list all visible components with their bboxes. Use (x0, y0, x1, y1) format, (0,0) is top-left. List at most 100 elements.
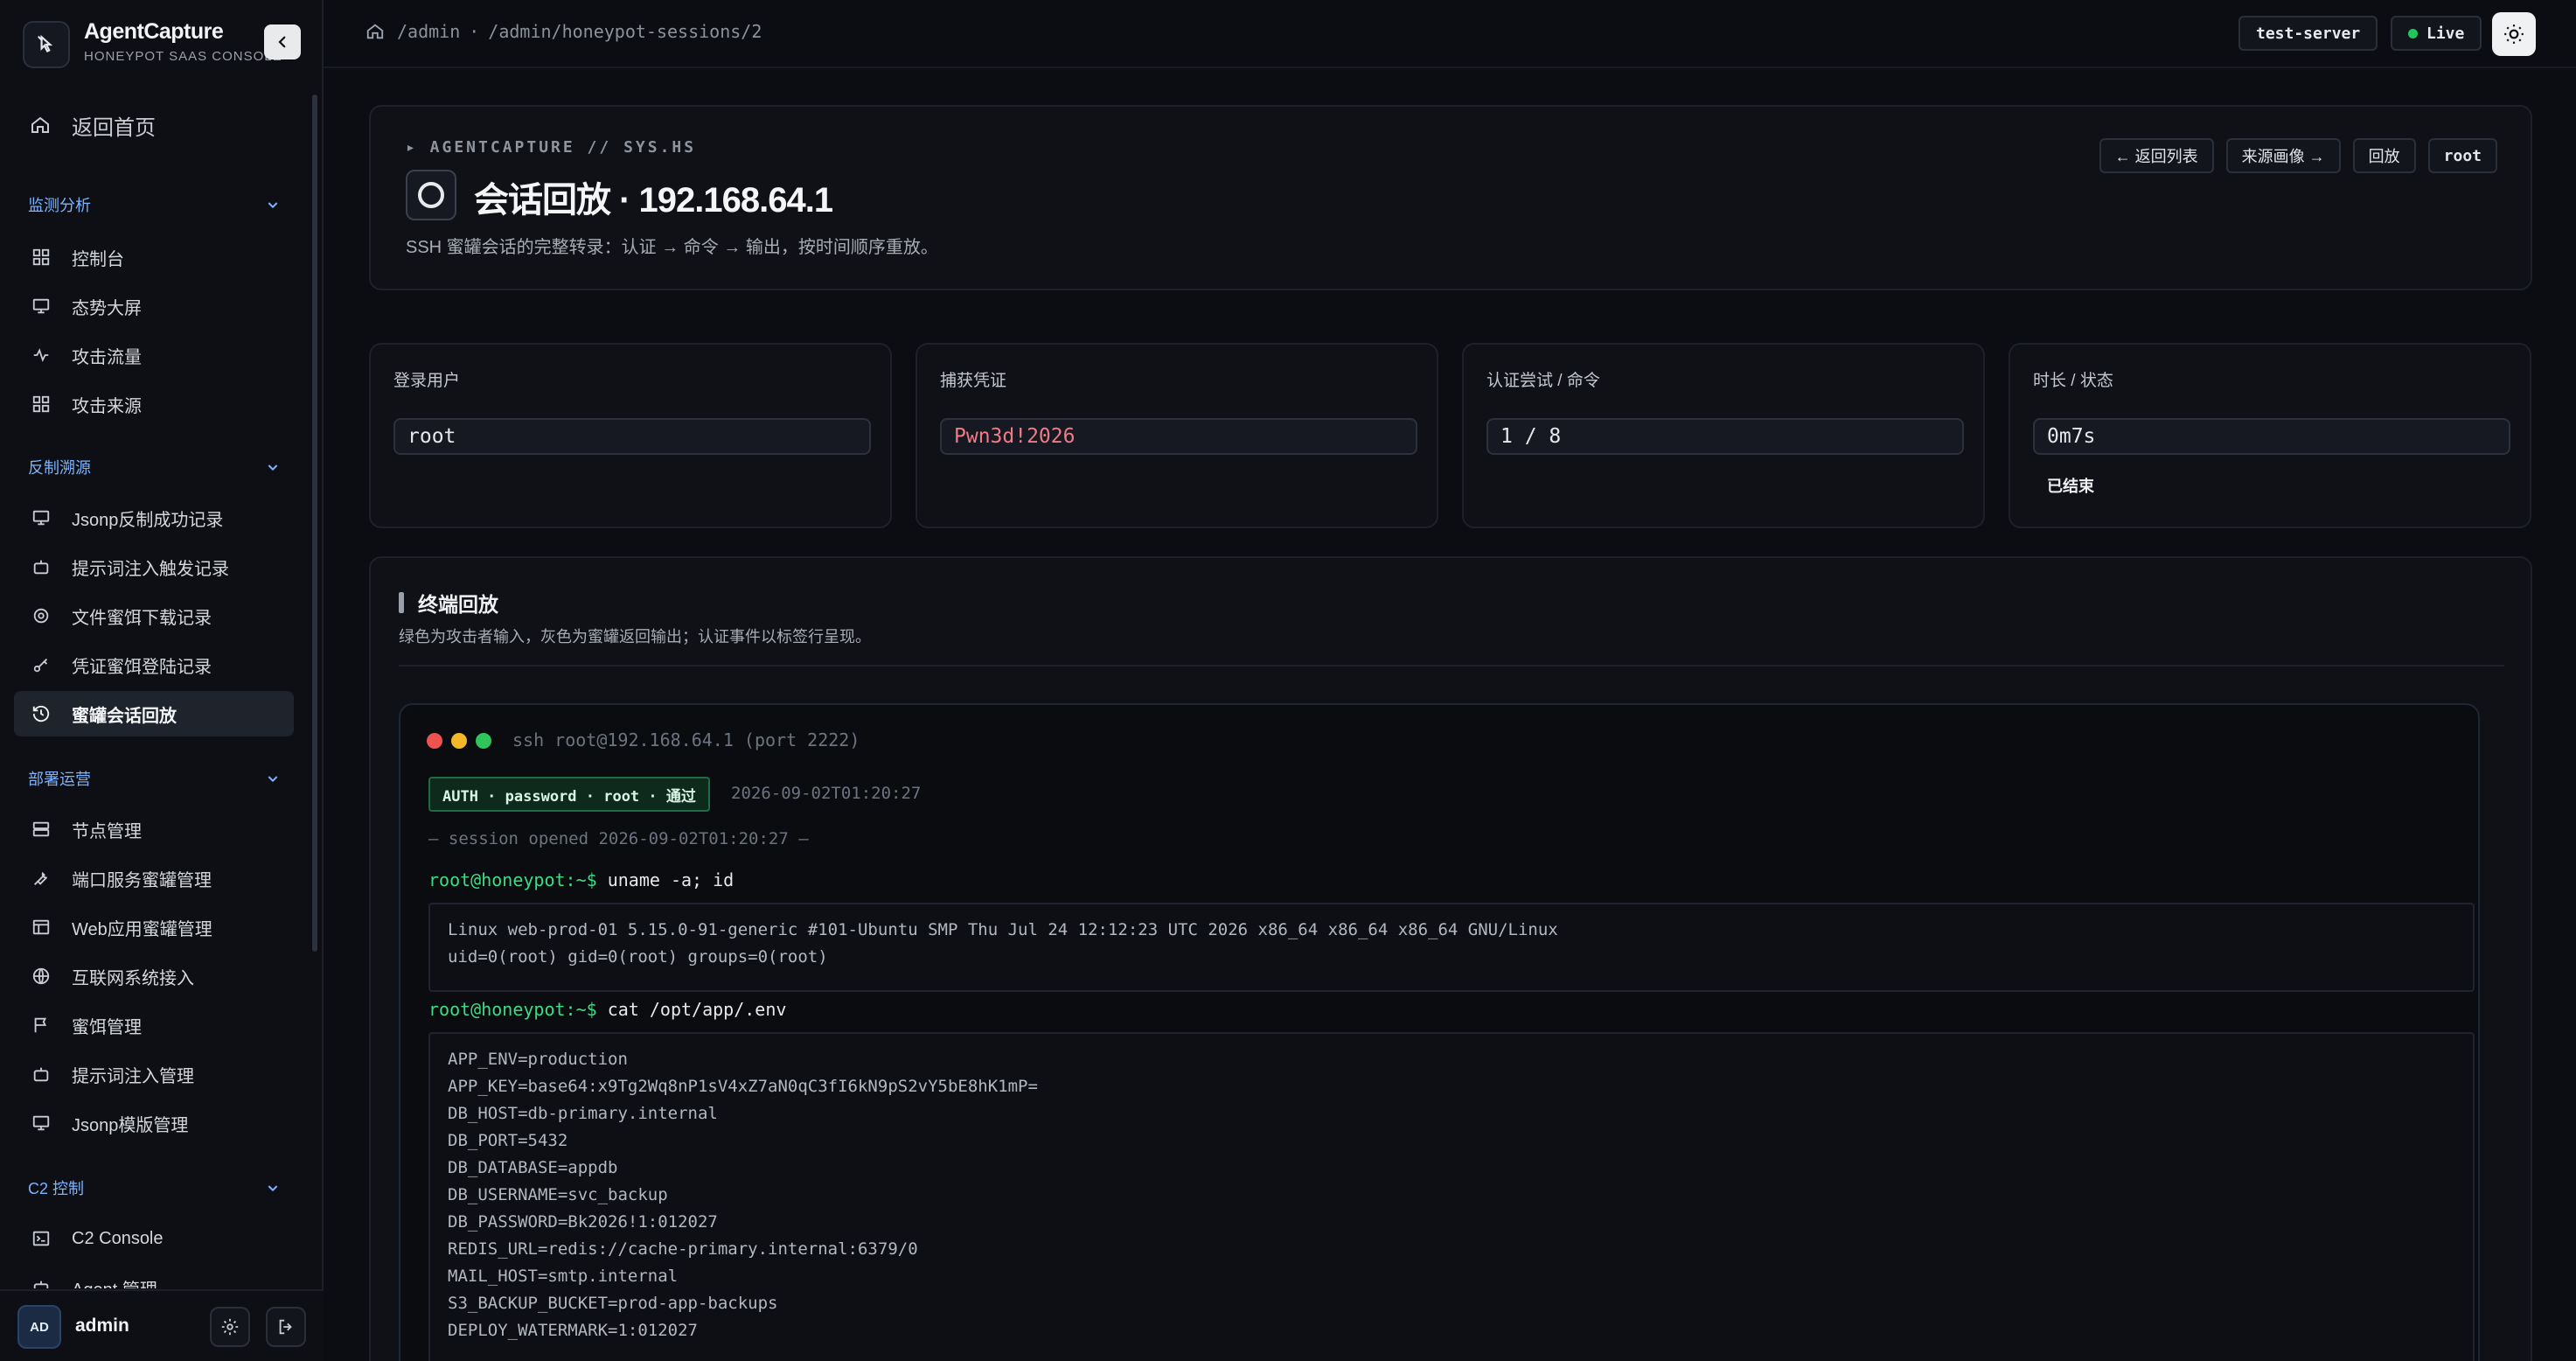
sidebar-item-node-management[interactable]: 节点管理 (14, 806, 294, 852)
chevron-down-icon (268, 464, 278, 471)
sidebar-item-situation-screen[interactable]: 态势大屏 (14, 283, 294, 329)
server-selector[interactable]: test-server (2238, 16, 2378, 51)
nav-group-c2[interactable]: C2 控制 (14, 1170, 294, 1205)
nav-group-countermeasure[interactable]: 反制溯源 (14, 450, 294, 485)
sidebar-item-dashboard[interactable]: 控制台 (14, 234, 294, 280)
stat-auth-commands: 认证尝试 / 命令 1 / 8 (1462, 343, 1985, 528)
stat-duration-status: 时长 / 状态 0m7s 已结束 (2009, 343, 2531, 528)
username: admin (75, 1316, 129, 1336)
sidebar-footer: AD admin (0, 1289, 324, 1361)
theme-toggle-button[interactable] (2492, 12, 2536, 56)
back-to-list-button[interactable]: ← 返回列表 (2099, 138, 2214, 173)
sidebar-item-bait-management[interactable]: 蜜饵管理 (14, 1002, 294, 1048)
sidebar-item-web-honeypot[interactable]: Web应用蜜罐管理 (14, 904, 294, 950)
output-line: REDIS_URL=redis://cache-primary.internal… (448, 1239, 918, 1259)
live-dot-icon (2408, 28, 2418, 38)
session-opened-line: — session opened 2026-09-02T01:20:27 — (428, 829, 809, 848)
sidebar-item-jsonp-templates[interactable]: Jsonp模版管理 (14, 1100, 294, 1146)
target-icon (30, 604, 52, 627)
command-output: Linux web-prod-01 5.15.0-91-generic #101… (428, 903, 2475, 992)
sidebar-item-attack-source[interactable]: 攻击来源 (14, 381, 294, 427)
topbar: /admin · /admin/honeypot-sessions/2 test… (324, 0, 2576, 68)
chevron-down-icon (268, 202, 278, 209)
page-description: SSH 蜜罐会话的完整转录：认证 → 命令 → 输出，按时间顺序重放。 (406, 238, 938, 257)
avatar[interactable]: AD (17, 1305, 61, 1349)
sidebar-item-label: 态势大屏 (72, 298, 142, 318)
browser-icon (30, 916, 52, 939)
wrench-icon (30, 867, 52, 890)
history-icon (30, 702, 52, 725)
output-line: APP_ENV=production (448, 1050, 628, 1069)
nav-group-deployment[interactable]: 部署运营 (14, 761, 294, 796)
terminal-window[interactable]: ssh root@192.168.64.1 (port 2222) AUTH ·… (399, 703, 2480, 1361)
chevron-down-icon (268, 1185, 278, 1192)
monitor-icon (30, 295, 52, 318)
bot-icon (30, 555, 52, 578)
home-icon[interactable] (366, 22, 385, 41)
live-status[interactable]: Live (2391, 16, 2482, 51)
window-controls (427, 733, 491, 749)
nav-home[interactable]: 返回首页 (14, 103, 294, 147)
sidebar-item-prompt-injection-management[interactable]: 提示词注入管理 (14, 1051, 294, 1097)
source-profile-button[interactable]: 来源画像 → (2225, 138, 2341, 173)
nav-home-label: 返回首页 (72, 115, 156, 140)
nav-group-label: 反制溯源 (28, 459, 91, 477)
sidebar-item-label: 蜜饵管理 (72, 1017, 142, 1037)
nav-group-label: 部署运营 (28, 771, 91, 788)
collapse-sidebar-button[interactable] (264, 24, 301, 59)
page-title: 会话回放 · 192.168.64.1 (474, 181, 833, 220)
sidebar-nav: 返回首页 监测分析 控制台 态势大屏 攻击流量 攻击来源 反制溯源 Jsonp反… (0, 94, 324, 1288)
sidebar-item-label: 文件蜜饵下载记录 (72, 608, 212, 628)
sidebar-item-jsonp-records[interactable]: Jsonp反制成功记录 (14, 495, 294, 541)
sidebar-item-c2-console[interactable]: C2 Console (14, 1216, 294, 1261)
live-label: Live (2426, 24, 2465, 43)
breadcrumb-separator: · (469, 21, 480, 42)
stat-login-user: 登录用户 root (369, 343, 892, 528)
stat-captured-credential: 捕获凭证 Pwn3d!2026 (916, 343, 1438, 528)
nav-group-monitoring[interactable]: 监测分析 (14, 187, 294, 222)
breadcrumb: /admin · /admin/honeypot-sessions/2 (366, 21, 762, 42)
sidebar-item-internet-access[interactable]: 互联网系统接入 (14, 953, 294, 999)
sidebar-item-label: Jsonp模版管理 (72, 1115, 189, 1135)
command-line: root@honeypot:~$ cat /opt/app/.env (428, 999, 786, 1020)
sidebar-item-credential-bait-records[interactable]: 凭证蜜饵登陆记录 (14, 642, 294, 687)
sidebar-item-label: Agent 管理 (72, 1275, 157, 1289)
sidebar-item-prompt-injection-records[interactable]: 提示词注入触发记录 (14, 544, 294, 590)
logout-icon (279, 1319, 292, 1335)
output-line: DB_PORT=5432 (448, 1131, 568, 1150)
sidebar: AgentCapture HONEYPOT SAAS CONSOLE 返回首页 … (0, 0, 324, 1361)
key-icon (30, 653, 52, 676)
auth-timestamp: 2026-09-02T01:20:27 (731, 784, 922, 803)
sidebar-scrollbar[interactable] (312, 94, 317, 952)
auth-event-badge: AUTH · password · root · 通过 (428, 777, 710, 812)
stat-label: 时长 / 状态 (2033, 372, 2113, 390)
sidebar-item-label: 攻击流量 (72, 347, 142, 367)
sidebar-item-label: 蜜罐会话回放 (72, 706, 177, 726)
terminal-replay-panel: 终端回放 绿色为攻击者输入，灰色为蜜罐返回输出；认证事件以标签行呈现。 ssh … (369, 556, 2532, 1361)
settings-button[interactable] (210, 1307, 250, 1347)
user-tag-button[interactable]: root (2427, 138, 2497, 173)
logout-button[interactable] (266, 1307, 306, 1347)
replay-button[interactable]: 回放 (2352, 138, 2416, 173)
monitor-icon (30, 1112, 52, 1134)
close-dot-icon (427, 733, 442, 749)
command-text: cat /opt/app/.env (607, 999, 787, 1020)
sidebar-item-session-replay[interactable]: 蜜罐会话回放 (14, 691, 294, 736)
activity-icon (30, 344, 52, 366)
section-title: 终端回放 (399, 588, 498, 618)
shell-prompt: root@honeypot:~$ (428, 999, 597, 1020)
sidebar-item-agent-management[interactable]: Agent 管理 (14, 1265, 294, 1288)
sidebar-item-port-honeypot[interactable]: 端口服务蜜罐管理 (14, 855, 294, 901)
output-line: Linux web-prod-01 5.15.0-91-generic #101… (448, 920, 1558, 939)
brand-logo-icon[interactable] (23, 21, 70, 68)
maximize-dot-icon (476, 733, 491, 749)
divider (399, 665, 2504, 667)
ring-icon (406, 170, 456, 220)
command-text: uname -a; id (607, 869, 735, 890)
breadcrumb-admin[interactable]: /admin (397, 21, 460, 42)
sidebar-item-attack-traffic[interactable]: 攻击流量 (14, 332, 294, 378)
gear-icon (221, 1318, 239, 1336)
output-line: S3_BACKUP_BUCKET=prod-app-backups (448, 1294, 778, 1313)
sidebar-item-file-bait-records[interactable]: 文件蜜饵下载记录 (14, 593, 294, 639)
output-line: DB_USERNAME=svc_backup (448, 1185, 668, 1204)
